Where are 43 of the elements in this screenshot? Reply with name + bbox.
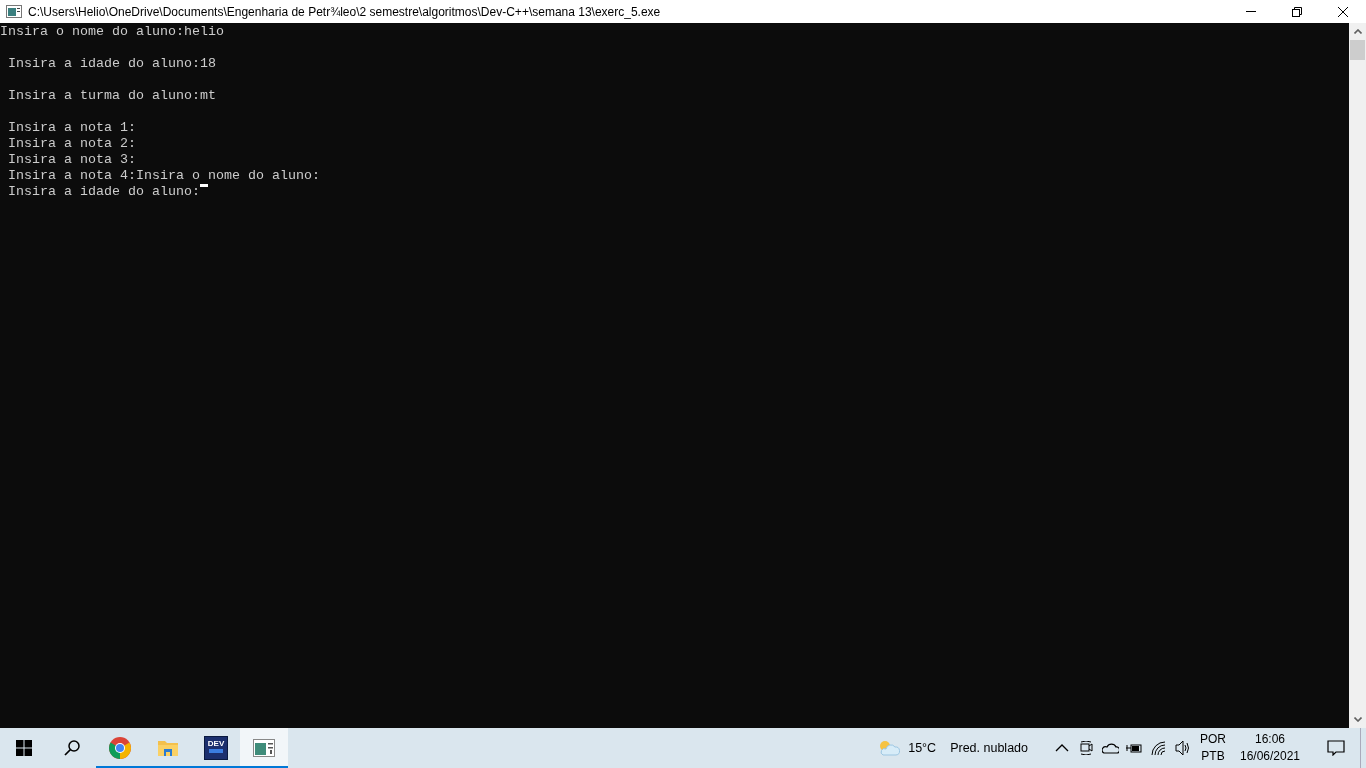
console-app-icon xyxy=(6,5,22,18)
clock-time: 16:06 xyxy=(1255,731,1285,748)
close-icon xyxy=(1338,6,1348,17)
search-icon xyxy=(64,740,80,756)
dev-mark-icon xyxy=(208,748,224,754)
folder-icon xyxy=(157,738,179,758)
wifi-icon xyxy=(1150,740,1166,756)
chevron-up-icon xyxy=(1055,742,1069,754)
console-line: Insira a turma do aluno:mt xyxy=(7,88,216,104)
console-line: Insira a nota 1: xyxy=(7,120,136,136)
weather-temperature: 15°C xyxy=(908,739,937,757)
clock-button[interactable]: 16:06 16/06/2021 xyxy=(1232,728,1308,768)
console-line: Insira a nota 3: xyxy=(7,152,136,168)
minimize-icon xyxy=(1246,11,1256,12)
speaker-icon xyxy=(1174,740,1190,756)
taskbar-app-button[interactable]: DEV xyxy=(192,728,240,768)
scrollbar[interactable] xyxy=(1349,23,1366,728)
language-button[interactable]: POR PTB xyxy=(1194,728,1232,768)
window-title: C:\Users\Helio\OneDrive\Documents\Engenharia de Petr¾leo\2 semestre\algoritmos\Dev-C++\semana 13\exerc_5.exe xyxy=(28,3,661,21)
console-line: Insira a idade do aluno:18 xyxy=(7,56,216,72)
cloud-sun-icon xyxy=(878,740,901,756)
battery-plug-icon xyxy=(1126,742,1142,754)
console-app-icon xyxy=(253,739,275,757)
speech-bubble-icon xyxy=(1327,740,1345,756)
windows-logo-icon xyxy=(16,740,32,756)
restore-icon xyxy=(1292,6,1302,17)
chrome-icon xyxy=(109,737,131,759)
clock-date: 16/06/2021 xyxy=(1239,748,1301,765)
scroll-down-icon[interactable] xyxy=(1353,717,1362,722)
console-line: Insira a idade do aluno: xyxy=(7,184,200,200)
weather-condition: Pred. nublado xyxy=(950,739,1028,757)
scrollbar-thumb[interactable] xyxy=(1350,40,1365,60)
cloud-icon xyxy=(1101,742,1119,754)
keyboard-layout: PTB xyxy=(1201,748,1225,765)
console-line: Insira o nome do aluno:helio xyxy=(0,24,224,40)
console-line: Insira a nota 4:Insira o nome do aluno: xyxy=(7,168,320,184)
language-code: POR xyxy=(1200,731,1226,748)
console-line: Insira a nota 2: xyxy=(7,136,136,152)
weather-widget[interactable]: 15°C Pred. nublado xyxy=(878,738,1028,758)
icon-label: DEV xyxy=(207,739,225,748)
camera-icon xyxy=(1079,741,1093,755)
taskbar-app-button[interactable] xyxy=(240,728,288,768)
scroll-up-icon[interactable] xyxy=(1353,29,1362,34)
